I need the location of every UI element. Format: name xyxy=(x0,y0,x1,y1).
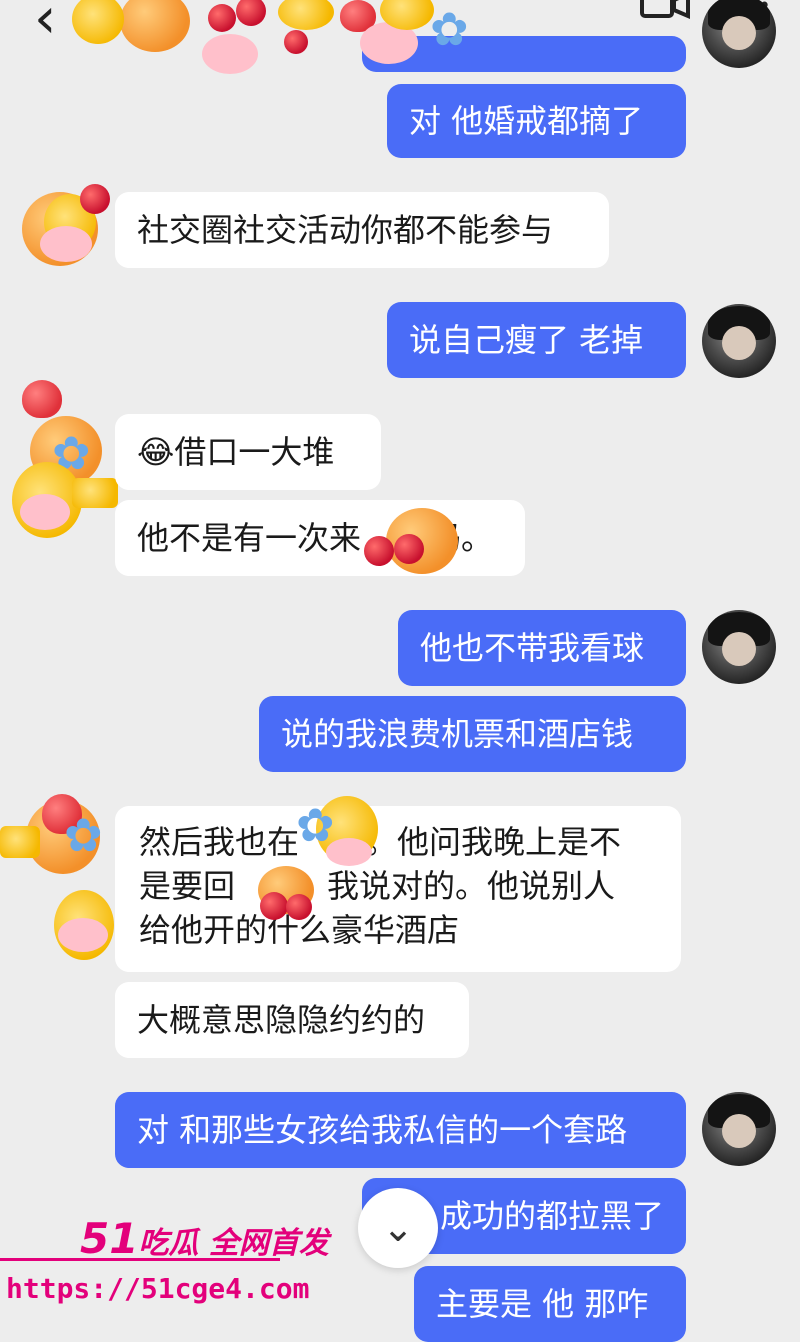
outgoing-message[interactable]: 他也不带我看球 xyxy=(398,610,686,686)
cherry-sticker-icon xyxy=(284,30,308,54)
laughing-emoji-icon: 😂 xyxy=(137,433,175,471)
incoming-message[interactable]: 他不是有一次来 吗。 xyxy=(115,500,525,576)
video-camera-icon[interactable] xyxy=(640,0,690,20)
pig-sticker-icon xyxy=(202,34,258,74)
orange-sticker-icon xyxy=(120,0,190,52)
message-line: 给他开的什么豪华酒店 xyxy=(139,911,460,949)
cherry-sticker-icon xyxy=(286,894,312,920)
cherry-sticker-icon xyxy=(80,184,110,214)
chevron-down-icon: ⌄ xyxy=(382,1206,414,1250)
pig-sticker-icon xyxy=(58,918,108,952)
message-line: 然后我也在 。他问我晚上是不 xyxy=(139,823,622,861)
pineapple-slice-icon xyxy=(0,826,40,858)
back-icon[interactable]: ‹ xyxy=(34,0,56,51)
flower-sticker-icon: ✿ xyxy=(430,2,469,56)
scroll-down-button[interactable]: ⌄ xyxy=(358,1188,438,1268)
pineapple-sticker-icon xyxy=(72,0,124,44)
pineapple-sticker-icon xyxy=(278,0,334,30)
cherry-sticker-icon xyxy=(208,4,236,32)
avatar[interactable] xyxy=(702,1092,776,1166)
strawberry-sticker-icon xyxy=(22,380,62,418)
outgoing-message[interactable]: 说自己瘦了 老掉 xyxy=(387,302,686,378)
cherry-sticker-icon xyxy=(394,534,424,564)
pineapple-slice-icon xyxy=(72,478,118,508)
watermark-brand: 51吃瓜 全网首发 xyxy=(80,1214,329,1263)
flower-sticker-icon: ✿ xyxy=(64,808,103,862)
pig-sticker-icon xyxy=(40,226,92,262)
outgoing-message[interactable]: 对 和那些女孩给我私信的一个套路 xyxy=(115,1092,686,1168)
avatar[interactable] xyxy=(702,304,776,378)
incoming-message[interactable]: 然后我也在 。他问我晚上是不 是要回 。我说对的。他说别人 给他开的什么豪华酒店 xyxy=(115,806,681,972)
cherry-sticker-icon xyxy=(260,892,288,920)
outgoing-message[interactable]: 主要是 他 那咋 xyxy=(414,1266,686,1342)
watermark-url: https://51cge4.com xyxy=(6,1272,310,1305)
incoming-message[interactable]: 大概意思隐隐约约的 xyxy=(115,982,469,1058)
avatar[interactable] xyxy=(702,0,776,68)
pig-sticker-icon xyxy=(20,494,70,530)
incoming-message[interactable]: 😂借口一大堆 xyxy=(115,414,381,490)
watermark-line xyxy=(0,1258,280,1261)
cherry-sticker-icon xyxy=(364,536,394,566)
cherry-sticker-icon xyxy=(236,0,266,26)
avatar[interactable] xyxy=(702,610,776,684)
message-text: 借口一大堆 xyxy=(174,433,335,471)
pig-sticker-icon xyxy=(326,838,372,866)
flower-sticker-icon: ✿ xyxy=(296,798,335,852)
incoming-message[interactable]: 社交圈社交活动你都不能参与 xyxy=(115,192,609,268)
outgoing-message[interactable]: 对 他婚戒都摘了 xyxy=(387,84,686,158)
outgoing-message[interactable]: 说的我浪费机票和酒店钱 xyxy=(259,696,686,772)
message-text: 他不是有一次来 xyxy=(137,519,362,557)
message-line: 是要回 。我说对的。他说别人 xyxy=(139,867,616,905)
